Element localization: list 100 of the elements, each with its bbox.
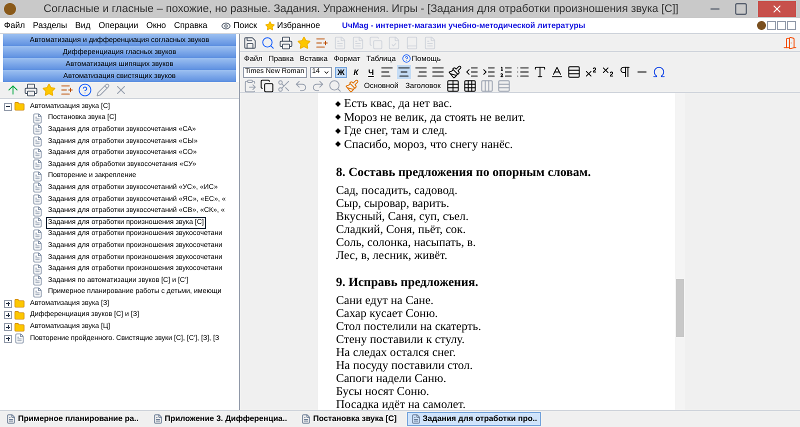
document-icon bbox=[14, 333, 25, 344]
exercise-heading: 9. Исправь предложения. bbox=[336, 275, 480, 290]
document-icon bbox=[32, 182, 43, 194]
menu-item[interactable]: Справка bbox=[174, 19, 208, 32]
underline-button[interactable]: Ч bbox=[365, 66, 377, 78]
subscript-icon[interactable] bbox=[601, 65, 615, 79]
font-color-icon[interactable] bbox=[550, 65, 564, 79]
document-icon bbox=[32, 264, 43, 275]
expand-icon[interactable] bbox=[4, 311, 12, 320]
italic-button[interactable]: К bbox=[350, 66, 362, 78]
numbered-list-icon[interactable] bbox=[499, 65, 513, 79]
grid-icon[interactable] bbox=[462, 78, 477, 92]
menu-item[interactable]: Вид bbox=[75, 19, 91, 32]
scrollbar[interactable] bbox=[675, 93, 685, 410]
align-left-icon[interactable] bbox=[380, 65, 394, 79]
brush-icon[interactable] bbox=[448, 65, 462, 79]
close-button[interactable] bbox=[758, 1, 796, 17]
document-icon bbox=[32, 275, 43, 286]
folder-icon bbox=[14, 310, 25, 321]
superscript-icon[interactable] bbox=[584, 65, 598, 79]
table-icon[interactable] bbox=[446, 78, 460, 92]
align-justify-icon[interactable] bbox=[431, 65, 445, 79]
bold-button[interactable]: Ж bbox=[335, 66, 347, 78]
menu-item[interactable]: Операции bbox=[98, 19, 138, 32]
menu-item[interactable]: Разделы bbox=[32, 19, 68, 32]
proverb-line: Есть квас, да нет вас. bbox=[344, 97, 452, 110]
list-icon[interactable] bbox=[60, 83, 74, 97]
scrollbar-thumb[interactable] bbox=[676, 279, 684, 337]
folder-icon bbox=[14, 101, 25, 112]
proverb-line: Где снег, там и след. bbox=[344, 124, 448, 138]
menu-item[interactable]: Файл bbox=[4, 19, 25, 32]
sentence-line: Стол постелили на скатерть. bbox=[336, 320, 482, 334]
spacing-icon[interactable] bbox=[567, 65, 581, 79]
menu-item[interactable]: Окно bbox=[146, 19, 166, 32]
sentence-line: Сапоги надели Саню. bbox=[336, 372, 448, 385]
align-right-icon[interactable] bbox=[414, 65, 428, 79]
folder-icon bbox=[14, 322, 25, 333]
bullet-icon bbox=[335, 100, 341, 107]
sentence-line: Бусы носят Соню. bbox=[336, 384, 430, 398]
app-icon bbox=[4, 3, 16, 15]
list-icon[interactable] bbox=[315, 36, 329, 50]
document-icon bbox=[32, 148, 43, 159]
expand-icon[interactable] bbox=[4, 323, 12, 332]
document-icon bbox=[6, 414, 16, 424]
close-icon bbox=[771, 3, 783, 15]
document-tab[interactable]: Постановка звука [С] bbox=[297, 412, 401, 426]
indent-icon[interactable] bbox=[482, 65, 496, 79]
printer-icon[interactable] bbox=[279, 36, 293, 50]
pilcrow-icon[interactable] bbox=[618, 65, 632, 79]
document-icon bbox=[32, 228, 43, 240]
maximize-icon[interactable] bbox=[734, 2, 748, 16]
star-icon[interactable] bbox=[42, 83, 56, 97]
window-controls-icon[interactable] bbox=[757, 21, 796, 30]
sentence-line: Вкусный, Саня, суп, съел. bbox=[336, 210, 470, 223]
sentence-line: Сани едут на Сане. bbox=[336, 294, 435, 308]
document-tab[interactable]: Приложение 3. Дифференциа.. bbox=[148, 412, 292, 426]
document-icon bbox=[410, 414, 421, 424]
bullet-icon bbox=[335, 114, 341, 120]
sentence-line: Лес, в, лесник, живёт. bbox=[336, 248, 448, 262]
folder-icon bbox=[14, 298, 25, 310]
copy-icon[interactable] bbox=[260, 78, 274, 92]
sentence-line: На следах остался снег. bbox=[336, 346, 456, 359]
search-icon bbox=[221, 20, 232, 30]
expand-icon[interactable] bbox=[4, 300, 12, 308]
document-icon bbox=[32, 286, 43, 298]
document-icon bbox=[32, 194, 43, 206]
printer-icon[interactable] bbox=[24, 83, 38, 97]
save-icon[interactable] bbox=[243, 36, 257, 50]
star-icon[interactable] bbox=[297, 36, 311, 50]
star-icon bbox=[264, 20, 275, 30]
exit-icon[interactable] bbox=[783, 36, 797, 50]
expand-icon[interactable] bbox=[4, 334, 12, 343]
symbol-icon[interactable] bbox=[652, 65, 666, 79]
preview-icon[interactable] bbox=[261, 36, 275, 50]
proverb-line: Мороз не велик, да стоять не велит. bbox=[344, 110, 526, 124]
favorites-menu-item[interactable]: Избранное bbox=[276, 19, 320, 32]
sentence-line: Сыр, сыровар, варить. bbox=[336, 196, 450, 210]
shop-link[interactable]: UчMag - интернет-магазин учебно-методической литературы bbox=[342, 20, 586, 32]
sentence-line: Соль, солонка, насыпать, в. bbox=[336, 236, 477, 249]
sentence-line: На посуду поставили стол. bbox=[336, 358, 474, 372]
document-icon bbox=[32, 112, 43, 124]
bullet-icon bbox=[335, 141, 341, 148]
align-center-icon[interactable] bbox=[397, 65, 411, 79]
document-icon bbox=[32, 159, 43, 170]
collapse-icon[interactable] bbox=[4, 102, 12, 111]
document-icon bbox=[32, 240, 43, 252]
exercise-heading: 8. Составь предложения по опорным словам. bbox=[336, 165, 592, 179]
document-tab[interactable]: Задания для отработки про.. bbox=[406, 412, 542, 426]
document-tab[interactable]: Примерное планирование ра.. bbox=[2, 412, 143, 426]
outdent-icon[interactable] bbox=[465, 65, 479, 79]
document-icon bbox=[301, 414, 312, 424]
font-size-icon[interactable] bbox=[533, 65, 547, 79]
document-icon bbox=[152, 414, 163, 424]
document-icon bbox=[32, 136, 43, 148]
search-menu-item[interactable]: Поиск bbox=[233, 19, 257, 32]
proverb-line: Спасибо, мороз, что снегу нанёс. bbox=[344, 138, 513, 151]
help-icon[interactable] bbox=[78, 83, 92, 97]
window-title: Согласные и гласные – похожие, но разные. Задания. Упражнения. Игры - [Задания для отработки произношения звука [С]] bbox=[42, 2, 680, 17]
document-icon bbox=[32, 170, 43, 182]
bullet-icon bbox=[335, 128, 341, 134]
